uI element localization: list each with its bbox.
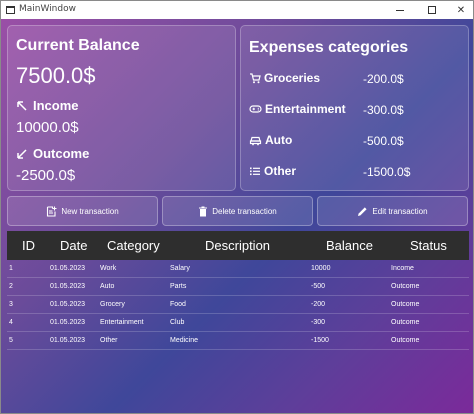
cell-status: Outcome	[391, 319, 420, 326]
table-row[interactable]: 5 01.05.2023 Other Medicine -1500 Outcom…	[7, 332, 469, 350]
main-content: Current Balance 7500.0$ Income 10000.0$ …	[1, 19, 473, 413]
column-header-status[interactable]: Status	[410, 238, 447, 253]
expenses-heading: Expenses categories	[249, 39, 409, 56]
edit-transaction-label: Edit transaction	[372, 206, 428, 216]
cell-balance: -200	[311, 301, 326, 308]
gamepad-icon	[249, 105, 262, 113]
category-value: -200.0$	[363, 72, 404, 86]
transactions-table: ID Date Category Description Balance Sta…	[7, 231, 469, 350]
maximize-icon	[428, 6, 436, 14]
column-header-id[interactable]: ID	[22, 238, 35, 253]
column-header-balance[interactable]: Balance	[326, 238, 373, 253]
new-transaction-button[interactable]: New transaction	[7, 196, 158, 226]
outcome-value: -2500.0$	[16, 167, 76, 184]
table-row[interactable]: 3 01.05.2023 Grocery Food -200 Outcome	[7, 296, 469, 314]
category-value: -500.0$	[363, 134, 404, 148]
category-entertainment: Entertainment	[249, 102, 346, 116]
outcome-row: Outcome	[16, 146, 89, 161]
window-app-icon	[6, 6, 15, 14]
income-value: 10000.0$	[16, 119, 79, 136]
close-button[interactable]: ✕	[447, 1, 473, 19]
category-value: -1500.0$	[363, 165, 411, 179]
arrow-up-left-icon	[17, 100, 27, 111]
category-groceries: Groceries	[249, 71, 320, 85]
minimize-button[interactable]	[386, 1, 414, 19]
cell-id: 1	[9, 265, 13, 272]
cell-date: 01.05.2023	[50, 301, 86, 308]
balance-heading: Current Balance	[16, 37, 140, 54]
main-window: MainWindow ✕ Current Balance 7500.0$ Inc…	[0, 0, 474, 414]
cell-category: Other	[100, 337, 118, 344]
delete-transaction-button[interactable]: Delete transaction	[162, 196, 313, 226]
cell-status: Income	[391, 265, 414, 272]
cell-date: 01.05.2023	[50, 337, 86, 344]
cell-category: Work	[100, 265, 117, 272]
cell-id: 5	[9, 337, 13, 344]
category-other: Other	[249, 164, 296, 178]
column-header-description[interactable]: Description	[205, 238, 270, 253]
expenses-panel: Expenses categories Groceries -200.0$ En…	[240, 25, 469, 191]
table-row[interactable]: 4 01.05.2023 Entertainment Club -300 Out…	[7, 314, 469, 332]
category-auto: Auto	[249, 133, 292, 147]
minimize-icon	[396, 9, 404, 11]
table-row[interactable]: 2 01.05.2023 Auto Parts -500 Outcome	[7, 278, 469, 296]
edit-transaction-button[interactable]: Edit transaction	[317, 196, 468, 226]
close-icon: ✕	[456, 4, 466, 16]
category-label: Auto	[265, 133, 293, 147]
cell-status: Outcome	[391, 283, 420, 290]
cell-date: 01.05.2023	[50, 265, 86, 272]
cell-date: 01.05.2023	[50, 319, 86, 326]
cell-status: Outcome	[391, 337, 420, 344]
cell-id: 2	[9, 283, 13, 290]
add-document-icon	[47, 205, 57, 217]
cell-description: Parts	[170, 283, 187, 290]
cell-status: Outcome	[391, 301, 420, 308]
cell-balance: 10000	[311, 265, 331, 272]
column-header-category[interactable]: Category	[107, 238, 160, 253]
category-value: -300.0$	[363, 103, 404, 117]
new-transaction-label: New transaction	[61, 206, 119, 216]
cell-id: 3	[9, 301, 13, 308]
delete-transaction-label: Delete transaction	[212, 206, 277, 216]
cell-category: Auto	[100, 283, 115, 290]
list-icon	[250, 167, 260, 176]
cell-description: Salary	[170, 265, 190, 272]
balance-panel: Current Balance 7500.0$ Income 10000.0$ …	[7, 25, 236, 191]
cart-icon	[250, 73, 261, 84]
arrow-down-left-icon	[17, 148, 27, 159]
balance-amount: 7500.0$	[16, 63, 96, 88]
cell-category: Entertainment	[100, 319, 144, 326]
car-icon	[249, 136, 262, 146]
cell-date: 01.05.2023	[50, 283, 86, 290]
table-header: ID Date Category Description Balance Sta…	[7, 231, 469, 260]
cell-description: Club	[170, 319, 185, 326]
category-label: Other	[264, 164, 297, 178]
cell-balance: -500	[311, 283, 326, 290]
trash-icon	[199, 206, 208, 216]
cell-balance: -300	[311, 319, 326, 326]
outcome-label: Outcome	[33, 146, 90, 161]
cell-balance: -1500	[311, 337, 329, 344]
window-title: MainWindow	[19, 4, 76, 14]
cell-description: Medicine	[170, 337, 199, 344]
maximize-button[interactable]	[418, 1, 446, 19]
title-bar: MainWindow ✕	[1, 1, 473, 19]
column-header-date[interactable]: Date	[60, 238, 87, 253]
category-label: Entertainment	[265, 102, 346, 116]
cell-description: Food	[170, 301, 186, 308]
cell-id: 4	[9, 319, 13, 326]
income-row: Income	[16, 98, 79, 113]
income-label: Income	[33, 98, 79, 113]
pencil-icon	[358, 206, 368, 216]
cell-category: Grocery	[100, 301, 125, 308]
category-label: Groceries	[264, 71, 321, 85]
table-row[interactable]: 1 01.05.2023 Work Salary 10000 Income	[7, 260, 469, 278]
